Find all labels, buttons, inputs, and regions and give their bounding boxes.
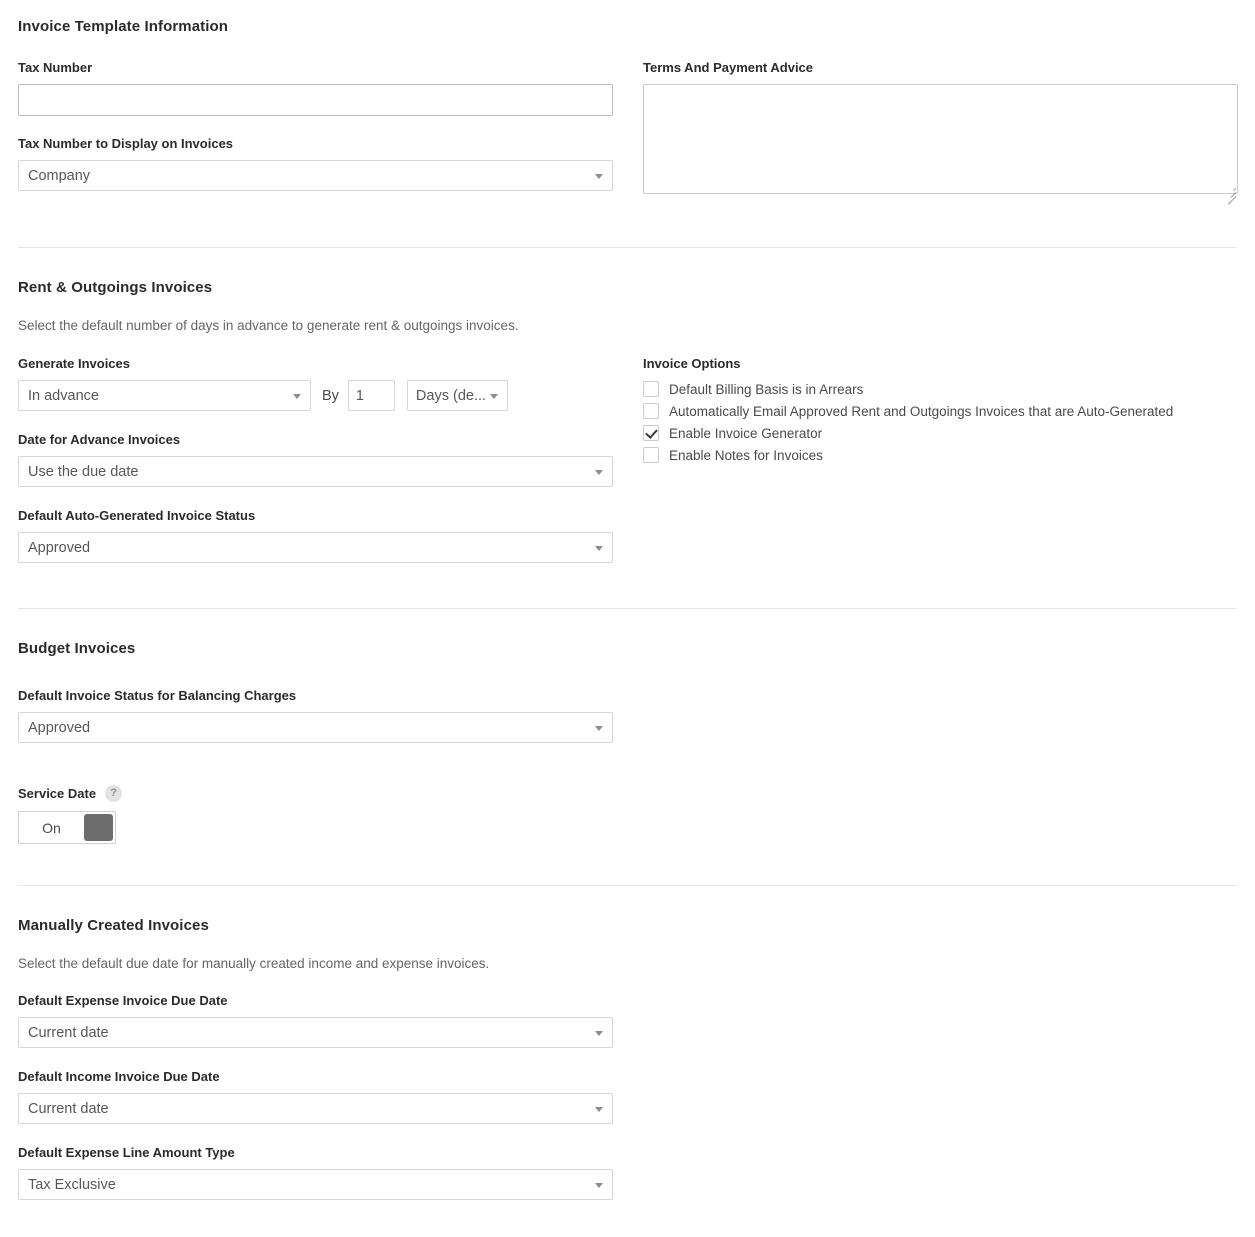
by-label: By	[322, 387, 339, 404]
default-auto-generated-invoice-status-select[interactable]: Approved	[18, 532, 613, 563]
terms-and-payment-advice-label: Terms And Payment Advice	[643, 60, 814, 75]
section-title-rent-outgoings-invoices: Rent & Outgoings Invoices	[18, 279, 213, 296]
question-mark-icon[interactable]: ?	[105, 785, 123, 802]
balancing-charges-value: Approved	[28, 719, 91, 736]
chevron-down-icon	[595, 1182, 603, 1188]
default-auto-generated-invoice-status-value: Approved	[28, 539, 91, 556]
checkbox-default-billing-basis[interactable]	[643, 381, 659, 397]
chevron-down-icon	[595, 1106, 603, 1112]
default-income-invoice-due-date-value: Current date	[28, 1100, 109, 1117]
chevron-down-icon	[595, 1030, 603, 1036]
balancing-charges-label: Default Invoice Status for Balancing Cha…	[18, 688, 297, 703]
checkbox-row-auto-email-approved[interactable]: Automatically Email Approved Rent and Ou…	[643, 400, 1237, 422]
chevron-down-icon	[595, 173, 603, 179]
date-for-advance-invoices-value: Use the due date	[28, 463, 139, 480]
chevron-down-icon	[489, 393, 498, 399]
tax-number-display-value: Company	[28, 167, 91, 184]
default-expense-line-amount-type-select[interactable]: Tax Exclusive	[18, 1169, 613, 1200]
date-for-advance-invoices-label: Date for Advance Invoices	[18, 432, 181, 447]
section-title-manually-created-invoices: Manually Created Invoices	[18, 917, 209, 934]
default-expense-line-amount-type-value: Tax Exclusive	[28, 1176, 116, 1193]
section-desc-rent-outgoings-invoices: Select the default number of days in adv…	[18, 318, 519, 333]
date-for-advance-invoices-select[interactable]: Use the due date	[18, 456, 613, 487]
generate-invoices-days-input[interactable]	[347, 380, 395, 411]
tax-number-label: Tax Number	[18, 60, 93, 75]
invoice-options-column: Invoice Options Default Billing Basis is…	[643, 356, 1237, 466]
generate-invoices-unit-value: Days (de...	[415, 387, 487, 404]
checkbox-enable-invoice-generator[interactable]	[643, 425, 659, 441]
template-info-right-column: Terms And Payment Advice	[643, 60, 1238, 205]
chevron-down-icon	[595, 469, 603, 475]
checkbox-row-default-billing-basis[interactable]: Default Billing Basis is in Arrears	[643, 378, 1237, 400]
chevron-down-icon	[595, 545, 603, 551]
default-expense-invoice-due-date-label: Default Expense Invoice Due Date	[18, 993, 228, 1008]
generate-invoices-label: Generate Invoices	[18, 356, 130, 371]
template-info-left-column: Tax Number Tax Number to Display on Invo…	[18, 60, 643, 191]
section-budget-invoices: Budget Invoices Default Invoice Status f…	[0, 609, 1255, 844]
invoice-settings-page: Invoice Template Information Tax Number …	[0, 0, 1255, 1200]
chevron-down-icon	[595, 725, 603, 731]
tax-number-display-select[interactable]: Company	[18, 160, 613, 191]
service-date-label: Service Date	[18, 786, 97, 801]
checkbox-row-enable-invoice-generator[interactable]: Enable Invoice Generator	[643, 422, 1237, 444]
rent-outgoings-left-column: Generate Invoices In advance By Days (de…	[18, 356, 643, 563]
section-rent-outgoings-invoices: Rent & Outgoings Invoices Select the def…	[0, 248, 1255, 563]
terms-and-payment-advice-textarea[interactable]	[643, 84, 1238, 194]
section-desc-manually-created-invoices: Select the default due date for manually…	[18, 956, 490, 971]
section-title-budget-invoices: Budget Invoices	[18, 640, 136, 657]
section-invoice-template-information: Invoice Template Information Tax Number …	[0, 0, 1255, 205]
default-expense-invoice-due-date-value: Current date	[28, 1024, 109, 1041]
default-auto-generated-invoice-status-label: Default Auto-Generated Invoice Status	[18, 508, 256, 523]
default-expense-line-amount-type-label: Default Expense Line Amount Type	[18, 1145, 235, 1160]
checkbox-enable-notes[interactable]	[643, 447, 659, 463]
checkbox-label-default-billing-basis: Default Billing Basis is in Arrears	[669, 381, 864, 397]
generate-invoices-value: In advance	[28, 387, 99, 404]
checkbox-label-enable-notes: Enable Notes for Invoices	[669, 447, 823, 463]
checkbox-label-enable-invoice-generator: Enable Invoice Generator	[669, 425, 823, 441]
default-income-invoice-due-date-select[interactable]: Current date	[18, 1093, 613, 1124]
manual-invoices-left-column: Default Expense Invoice Due Date Current…	[18, 993, 643, 1200]
invoice-options-title: Invoice Options	[643, 356, 741, 371]
service-date-toggle-label: On	[42, 819, 61, 836]
balancing-charges-select[interactable]: Approved	[18, 712, 613, 743]
checkbox-row-enable-notes[interactable]: Enable Notes for Invoices	[643, 444, 1237, 466]
default-income-invoice-due-date-label: Default Income Invoice Due Date	[18, 1069, 220, 1084]
generate-invoices-select[interactable]: In advance	[18, 380, 311, 411]
budget-invoices-left-column: Default Invoice Status for Balancing Cha…	[18, 688, 643, 844]
checkbox-auto-email-approved[interactable]	[643, 403, 659, 419]
service-date-toggle-knob[interactable]	[84, 814, 113, 841]
service-date-toggle[interactable]: On	[18, 811, 116, 844]
chevron-down-icon	[293, 393, 301, 399]
tax-number-input[interactable]	[18, 84, 613, 116]
tax-number-display-label: Tax Number to Display on Invoices	[18, 136, 234, 151]
checkbox-label-auto-email-approved: Automatically Email Approved Rent and Ou…	[669, 403, 1174, 419]
generate-invoices-unit-select[interactable]: Days (de...	[406, 380, 508, 411]
generate-invoices-row: In advance By Days (de...	[18, 380, 643, 411]
default-expense-invoice-due-date-select[interactable]: Current date	[18, 1017, 613, 1048]
section-manually-created-invoices: Manually Created Invoices Select the def…	[0, 886, 1255, 1200]
section-title-invoice-template-information: Invoice Template Information	[18, 18, 229, 35]
